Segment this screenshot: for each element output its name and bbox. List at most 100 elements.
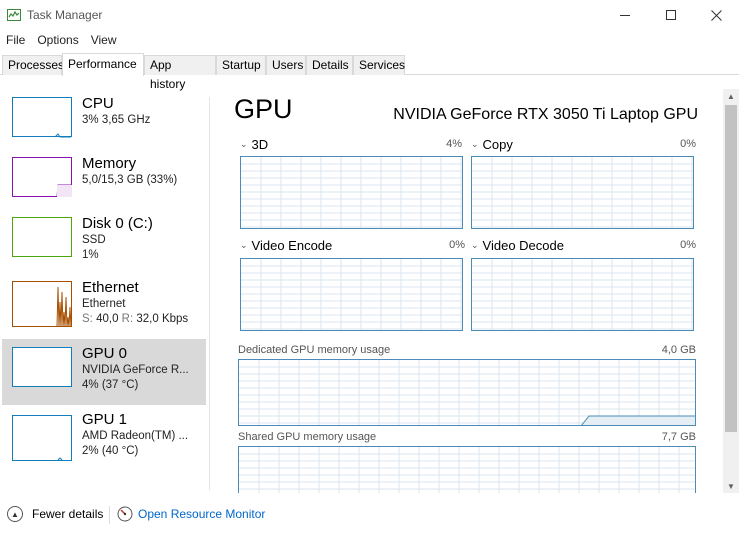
receive-label: R:	[121, 313, 134, 325]
menu-file[interactable]: File	[0, 31, 31, 49]
shared-memory-label: Shared GPU memory usage	[238, 431, 377, 443]
engine-copy-label: Copy	[482, 137, 513, 152]
sidebar-gpu0-usage: 4% (37 °C)	[82, 379, 139, 391]
dedicated-memory-label: Dedicated GPU memory usage	[238, 344, 391, 356]
gpu1-thumbnail-graph	[12, 415, 72, 461]
chevron-down-icon: ⌄	[471, 240, 479, 250]
tab-strip: Processes Performance App history Startu…	[0, 53, 739, 91]
fewer-details-link[interactable]: Fewer details	[32, 507, 103, 521]
cpu-thumbnail-graph	[12, 97, 72, 138]
sidebar-ethernet-adapter: Ethernet	[82, 298, 126, 310]
chevron-up-icon[interactable]: ▲	[7, 506, 23, 522]
engine-copy-graph	[471, 156, 694, 229]
gpu-detail-panel: GPU NVIDIA GeForce RTX 3050 Ti Laptop GP…	[222, 89, 722, 493]
menu-options[interactable]: Options	[31, 31, 84, 49]
sidebar-memory-usage: 5,0/15,3 GB (33%)	[82, 174, 178, 186]
menu-view[interactable]: View	[85, 31, 123, 49]
performance-sidebar: CPU 3% 3,65 GHz Memory 5,0/15,3 GB (33%)…	[0, 89, 208, 493]
engine-video-decode-label: Video Decode	[482, 238, 564, 253]
sidebar-disk-usage: 1%	[82, 249, 99, 261]
tab-users[interactable]: Users	[266, 55, 306, 75]
tab-details[interactable]: Details	[306, 55, 353, 75]
maximize-icon	[666, 10, 676, 20]
dedicated-memory-value: 4,0 GB	[661, 344, 696, 356]
title-bar: Task Manager	[0, 0, 739, 30]
sidebar-gpu0-model: NVIDIA GeForce R...	[82, 364, 189, 376]
sidebar-ethernet-name: Ethernet	[82, 279, 139, 296]
shared-memory-grid	[239, 447, 695, 493]
sidebar-gpu1-usage: 2% (40 °C)	[82, 445, 139, 457]
maximize-button[interactable]	[648, 0, 694, 30]
menu-bar: File Options View	[0, 31, 123, 49]
receive-value: 32,0 Kbps	[136, 313, 189, 325]
engine-3d-percent: 4%	[446, 138, 462, 150]
minimize-icon	[620, 14, 630, 16]
close-button[interactable]	[693, 0, 739, 30]
resource-monitor-icon	[117, 506, 133, 522]
engine-video-encode-percent: 0%	[449, 239, 465, 251]
footer-separator	[109, 506, 110, 524]
sidebar-disk-type: SSD	[82, 234, 106, 246]
engine-video-decode-graph	[471, 258, 694, 331]
gpu0-thumbnail-graph	[12, 347, 72, 387]
close-icon	[710, 9, 722, 21]
sidebar-cpu-usage: 3% 3,65 GHz	[82, 114, 151, 126]
sidebar-memory-name: Memory	[82, 155, 137, 172]
shared-memory-graph	[238, 446, 696, 493]
tab-performance[interactable]: Performance	[62, 53, 144, 76]
engine-video-encode-label: Video Encode	[251, 238, 333, 253]
sidebar-cpu-name: CPU	[82, 95, 114, 112]
sidebar-item-gpu-1[interactable]: GPU 1 AMD Radeon(TM) ... 2% (40 °C)	[2, 405, 206, 471]
vertical-scrollbar[interactable]: ▲ ▼	[723, 89, 739, 493]
scroll-thumb[interactable]	[725, 105, 737, 432]
memory-thumbnail-graph	[12, 157, 72, 198]
sidebar-item-memory[interactable]: Memory 5,0/15,3 GB (33%)	[2, 149, 206, 215]
engine-copy-selector[interactable]: ⌄ Copy	[471, 137, 513, 152]
engine-video-decode-selector[interactable]: ⌄ Video Decode	[471, 238, 564, 253]
send-value: 40,0	[96, 313, 119, 325]
sidebar-item-cpu[interactable]: CPU 3% 3,65 GHz	[2, 89, 206, 155]
engine-3d-graph	[240, 156, 463, 229]
engine-copy-grid	[472, 157, 693, 228]
engine-3d-label: 3D	[251, 137, 269, 152]
panel-divider	[209, 97, 210, 490]
sidebar-disk-name: Disk 0 (C:)	[82, 215, 153, 232]
sidebar-gpu0-name: GPU 0	[82, 345, 128, 362]
window-title: Task Manager	[27, 8, 103, 22]
footer-bar: ▲ Fewer details Open Resource Monitor	[0, 500, 739, 530]
sidebar-item-ethernet[interactable]: Ethernet Ethernet S: 40,0 R: 32,0 Kbps	[2, 275, 206, 341]
disk-thumbnail-graph	[12, 217, 72, 257]
sidebar-item-disk[interactable]: Disk 0 (C:) SSD 1%	[2, 209, 206, 275]
tab-services[interactable]: Services	[353, 55, 405, 75]
engine-video-encode-selector[interactable]: ⌄ Video Encode	[240, 238, 332, 253]
engine-video-decode-grid	[472, 259, 693, 330]
engine-copy-percent: 0%	[680, 138, 696, 150]
sidebar-gpu1-model: AMD Radeon(TM) ...	[82, 430, 189, 442]
ethernet-thumbnail-graph	[12, 281, 72, 328]
shared-memory-value: 7,7 GB	[661, 431, 696, 443]
task-manager-icon	[7, 9, 21, 21]
send-label: S:	[82, 313, 93, 325]
engine-video-encode-graph	[240, 258, 463, 331]
sidebar-ethernet-throughput: S: 40,0 R: 32,0 Kbps	[82, 312, 188, 327]
gpu-model-name: NVIDIA GeForce RTX 3050 Ti Laptop GPU	[393, 106, 698, 123]
tab-startup[interactable]: Startup	[216, 55, 266, 75]
open-resource-monitor-link[interactable]: Open Resource Monitor	[138, 507, 265, 521]
page-title: GPU	[234, 94, 293, 124]
tab-processes[interactable]: Processes	[2, 55, 64, 75]
engine-video-encode-grid	[241, 259, 462, 330]
chevron-down-icon: ⌄	[240, 240, 248, 250]
sidebar-gpu1-name: GPU 1	[82, 411, 128, 428]
engine-video-decode-percent: 0%	[680, 239, 696, 251]
chevron-down-icon: ⌄	[240, 139, 248, 149]
dedicated-memory-line	[581, 415, 695, 425]
scroll-down-arrow-icon[interactable]: ▼	[723, 479, 739, 493]
minimize-button[interactable]	[602, 0, 648, 30]
scroll-up-arrow-icon[interactable]: ▲	[723, 89, 739, 103]
engine-3d-grid	[241, 157, 462, 228]
tab-app-history[interactable]: App history	[144, 55, 216, 91]
chevron-down-icon: ⌄	[471, 139, 479, 149]
sidebar-item-gpu-0[interactable]: GPU 0 NVIDIA GeForce R... 4% (37 °C)	[2, 339, 206, 405]
dedicated-memory-graph	[238, 359, 696, 426]
engine-3d-selector[interactable]: ⌄ 3D	[240, 137, 268, 152]
